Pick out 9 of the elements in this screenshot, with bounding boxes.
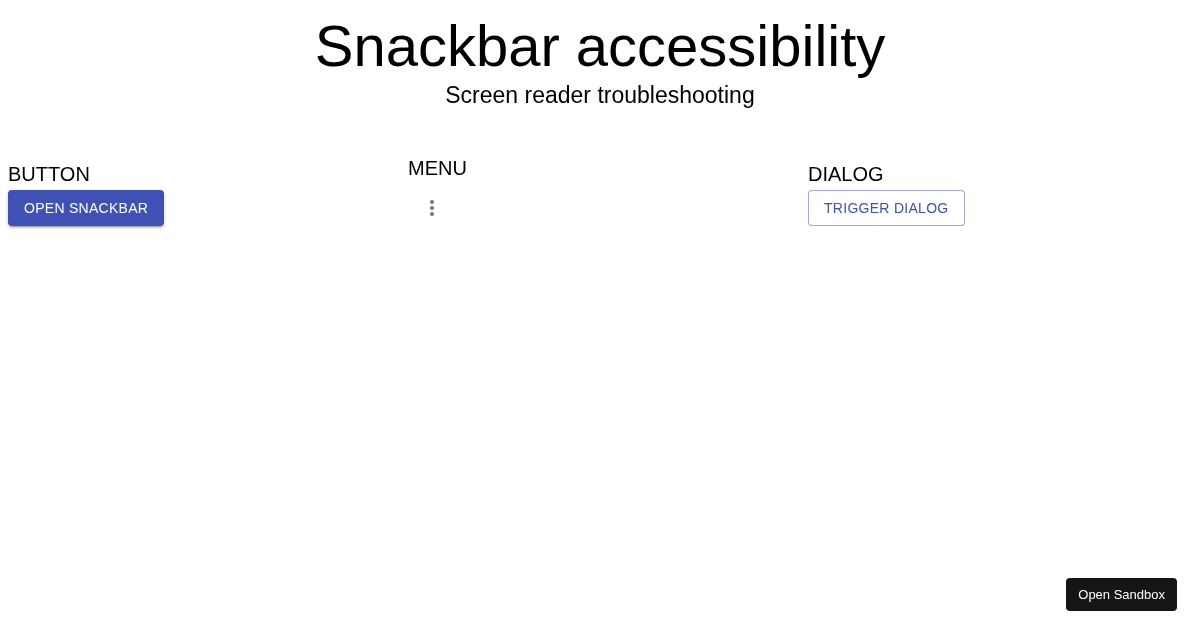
open-snackbar-button[interactable]: OPEN SNACKBAR: [8, 190, 165, 226]
open-sandbox-button[interactable]: Open Sandbox: [1066, 578, 1177, 611]
page-subtitle: Screen reader troubleshooting: [445, 81, 755, 109]
section-heading: DIALOG: [808, 162, 884, 186]
section-heading: BUTTON: [8, 162, 90, 186]
more-vertical-icon[interactable]: [430, 200, 434, 216]
page-title: Snackbar accessibility: [314, 12, 886, 80]
section-heading: MENU: [408, 156, 467, 180]
trigger-dialog-button[interactable]: TRIGGER DIALOG: [808, 190, 965, 226]
